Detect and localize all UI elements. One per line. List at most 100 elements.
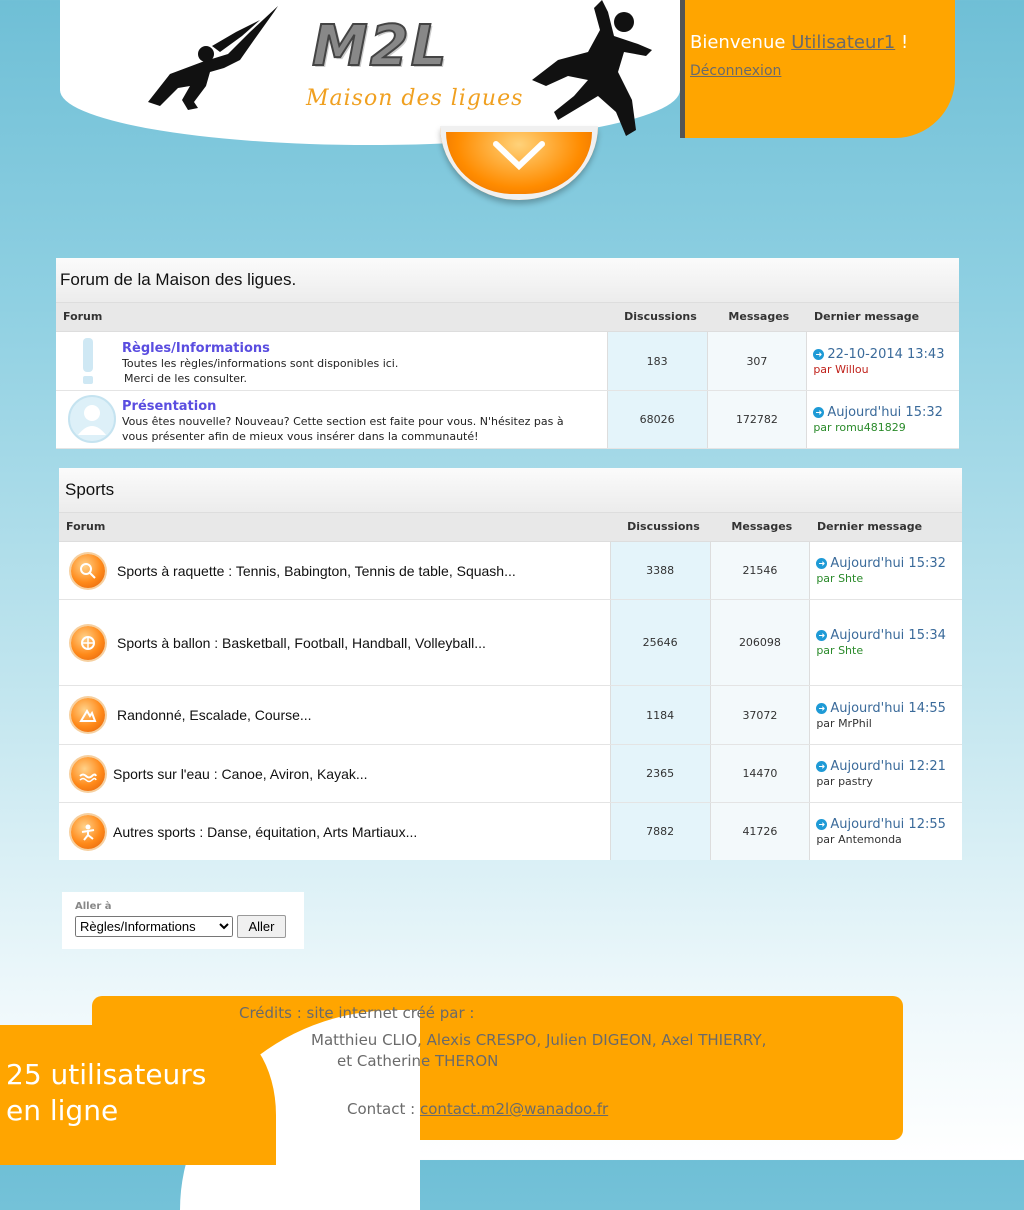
user-avatar-icon <box>68 395 116 443</box>
last-message-time: Aujourd'hui 14:55 <box>830 700 946 716</box>
col-messages: Messages <box>731 520 793 533</box>
jump-box: Aller à Règles/Informations Aller <box>62 892 304 949</box>
goto-post-icon[interactable]: ➜ <box>813 407 825 418</box>
site-logo[interactable]: M2L <box>311 13 448 80</box>
online-users-count: 25 utilisateurs en ligne <box>6 1057 206 1129</box>
last-message[interactable]: ➜ Aujourd'hui 15:32 par romu481829 <box>806 391 959 448</box>
chevron-down-icon <box>493 141 545 171</box>
sports-row[interactable]: Sports sur l'eau : Canoe, Aviron, Kayak.… <box>59 745 962 803</box>
martial-arts-sport-icon <box>71 814 105 849</box>
discussions-count: 2365 <box>609 745 710 802</box>
messages-count: 206098 <box>709 600 810 685</box>
forum-table-header: Forum Discussions Messages Dernier messa… <box>56 302 959 332</box>
contact: Contact : contact.m2l@wanadoo.fr <box>347 1100 608 1118</box>
welcome-suffix: ! <box>895 32 909 53</box>
forum-description: Merci de les consulter. <box>124 371 248 385</box>
last-message-time: Aujourd'hui 15:32 <box>827 405 943 420</box>
menu-toggle-button[interactable] <box>440 126 598 200</box>
goto-post-icon[interactable]: ➜ <box>816 630 828 641</box>
last-message-time: Aujourd'hui 12:21 <box>830 759 946 774</box>
last-message-time: Aujourd'hui 15:32 <box>830 556 946 571</box>
last-message-time: Aujourd'hui 12:55 <box>830 817 946 832</box>
racket-sport-icon <box>71 553 105 588</box>
forum-row-presentation[interactable]: Présentation Vous êtes nouvelle? Nouveau… <box>56 391 959 449</box>
dancer-right-silhouette <box>532 0 652 136</box>
forum-main-block: Forum de la Maison des ligues. Forum Dis… <box>56 258 959 449</box>
messages-count: 172782 <box>706 391 807 448</box>
sports-forum-link[interactable]: Sports à raquette : Tennis, Babington, T… <box>117 563 516 579</box>
last-message[interactable]: ➜ Aujourd'hui 12:55 par Antemonda <box>809 803 962 860</box>
logout-link[interactable]: Déconnexion <box>690 63 781 79</box>
discussions-count: 3388 <box>609 542 710 599</box>
messages-count: 21546 <box>709 542 810 599</box>
goto-post-icon[interactable]: ➜ <box>816 761 828 772</box>
last-message[interactable]: ➜ Aujourd'hui 14:55 par MrPhil <box>809 686 962 744</box>
welcome-prefix: Bienvenue <box>690 32 786 53</box>
last-message-author[interactable]: par MrPhil <box>816 717 962 730</box>
messages-count: 37072 <box>709 686 810 744</box>
water-sport-icon <box>71 756 105 791</box>
forum-description: Vous êtes nouvelle? Nouveau? Cette secti… <box>122 415 564 428</box>
sports-row[interactable]: Sports à raquette : Tennis, Babington, T… <box>59 542 962 600</box>
dancer-left-silhouette <box>148 6 278 110</box>
sports-row[interactable]: Sports à ballon : Basketball, Football, … <box>59 600 962 686</box>
col-discussions: Discussions <box>627 520 700 533</box>
last-message-author[interactable]: par pastry <box>816 775 962 788</box>
col-discussions: Discussions <box>624 310 697 323</box>
hiking-sport-icon <box>71 698 105 732</box>
sports-forum-link[interactable]: Sports à ballon : Basketball, Football, … <box>117 635 486 651</box>
online-line: 25 utilisateurs <box>6 1058 207 1091</box>
goto-post-icon[interactable]: ➜ <box>816 819 828 830</box>
discussions-count: 183 <box>606 332 707 390</box>
sports-block: Sports Forum Discussions Messages Dernie… <box>59 468 962 860</box>
exclamation-icon <box>83 338 93 384</box>
last-message-author[interactable]: par Willou <box>813 363 959 376</box>
contact-label: Contact : <box>347 1100 420 1118</box>
col-last-message: Dernier message <box>816 520 923 533</box>
forum-row-rules[interactable]: Règles/Informations Toutes les règles/in… <box>56 332 959 391</box>
sports-forum-link[interactable]: Randonné, Escalade, Course... <box>117 707 312 723</box>
col-forum: Forum <box>66 520 106 533</box>
credits-title: Crédits : site internet créé par : <box>239 1004 475 1022</box>
last-message[interactable]: ➜ Aujourd'hui 15:32 par Shte <box>809 542 962 599</box>
sports-block-title: Sports <box>59 468 962 512</box>
jump-select[interactable]: Règles/Informations <box>75 916 233 937</box>
goto-post-icon[interactable]: ➜ <box>816 558 828 569</box>
last-message[interactable]: ➜ 22-10-2014 13:43 par Willou <box>806 332 959 390</box>
last-message-author[interactable]: par Shte <box>816 644 962 657</box>
last-message-author[interactable]: par Shte <box>816 572 962 585</box>
discussions-count: 7882 <box>609 803 710 860</box>
forum-title-link[interactable]: Présentation <box>122 399 216 414</box>
sports-forum-link[interactable]: Autres sports : Danse, équitation, Arts … <box>113 824 417 840</box>
messages-count: 307 <box>706 332 807 390</box>
discussions-count: 1184 <box>609 686 710 744</box>
sports-row[interactable]: Randonné, Escalade, Course... 1184 37072… <box>59 686 962 745</box>
col-last-message: Dernier message <box>813 310 920 323</box>
last-message-author[interactable]: par romu481829 <box>813 421 959 434</box>
col-forum: Forum <box>63 310 103 323</box>
jump-go-button[interactable]: Aller <box>237 915 286 938</box>
username-link[interactable]: Utilisateur1 <box>791 32 895 53</box>
discussions-count: 68026 <box>606 391 707 448</box>
goto-post-icon[interactable]: ➜ <box>813 348 825 360</box>
forum-title-link[interactable]: Règles/Informations <box>122 341 270 356</box>
site-tagline: Maison des ligues <box>306 86 524 111</box>
sports-row[interactable]: Autres sports : Danse, équitation, Arts … <box>59 803 962 860</box>
credits-line: Matthieu CLIO, Alexis CRESPO, Julien DIG… <box>311 1031 767 1049</box>
online-line: en ligne <box>6 1094 119 1127</box>
last-message-time: Aujourd'hui 15:34 <box>830 628 946 643</box>
credits-names: Matthieu CLIO, Alexis CRESPO, Julien DIG… <box>311 1030 766 1072</box>
last-message-time: 22-10-2014 13:43 <box>827 346 945 362</box>
forum-block-title: Forum de la Maison des ligues. <box>56 258 959 302</box>
forum-description: Toutes les règles/informations sont disp… <box>122 356 399 370</box>
last-message[interactable]: ➜ Aujourd'hui 12:21 par pastry <box>809 745 962 802</box>
sports-forum-link[interactable]: Sports sur l'eau : Canoe, Aviron, Kayak.… <box>113 766 368 782</box>
sports-table-header: Forum Discussions Messages Dernier messa… <box>59 512 962 542</box>
last-message[interactable]: ➜ Aujourd'hui 15:34 par Shte <box>809 600 962 685</box>
goto-post-icon[interactable]: ➜ <box>816 702 828 714</box>
contact-email-link[interactable]: contact.m2l@wanadoo.fr <box>420 1100 608 1118</box>
last-message-author[interactable]: par Antemonda <box>816 833 962 846</box>
messages-count: 41726 <box>709 803 810 860</box>
ball-sport-icon <box>71 625 105 660</box>
discussions-count: 25646 <box>609 600 710 685</box>
